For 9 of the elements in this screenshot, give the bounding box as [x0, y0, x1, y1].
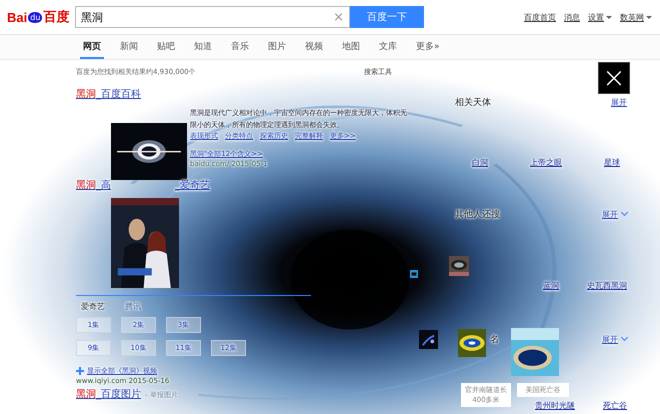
- logo-paw: du: [28, 12, 42, 22]
- header-link[interactable]: 百度首页: [524, 12, 556, 22]
- search-field[interactable]: 黑洞 ×: [75, 6, 350, 28]
- logo-text: Bai: [7, 10, 28, 24]
- header-link[interactable]: 数英网: [620, 12, 652, 22]
- header-link[interactable]: 设置: [588, 12, 612, 22]
- logo-text: 百度: [43, 8, 70, 26]
- search-button[interactable]: 百度一下: [350, 6, 424, 28]
- header-link[interactable]: 消息: [564, 12, 580, 22]
